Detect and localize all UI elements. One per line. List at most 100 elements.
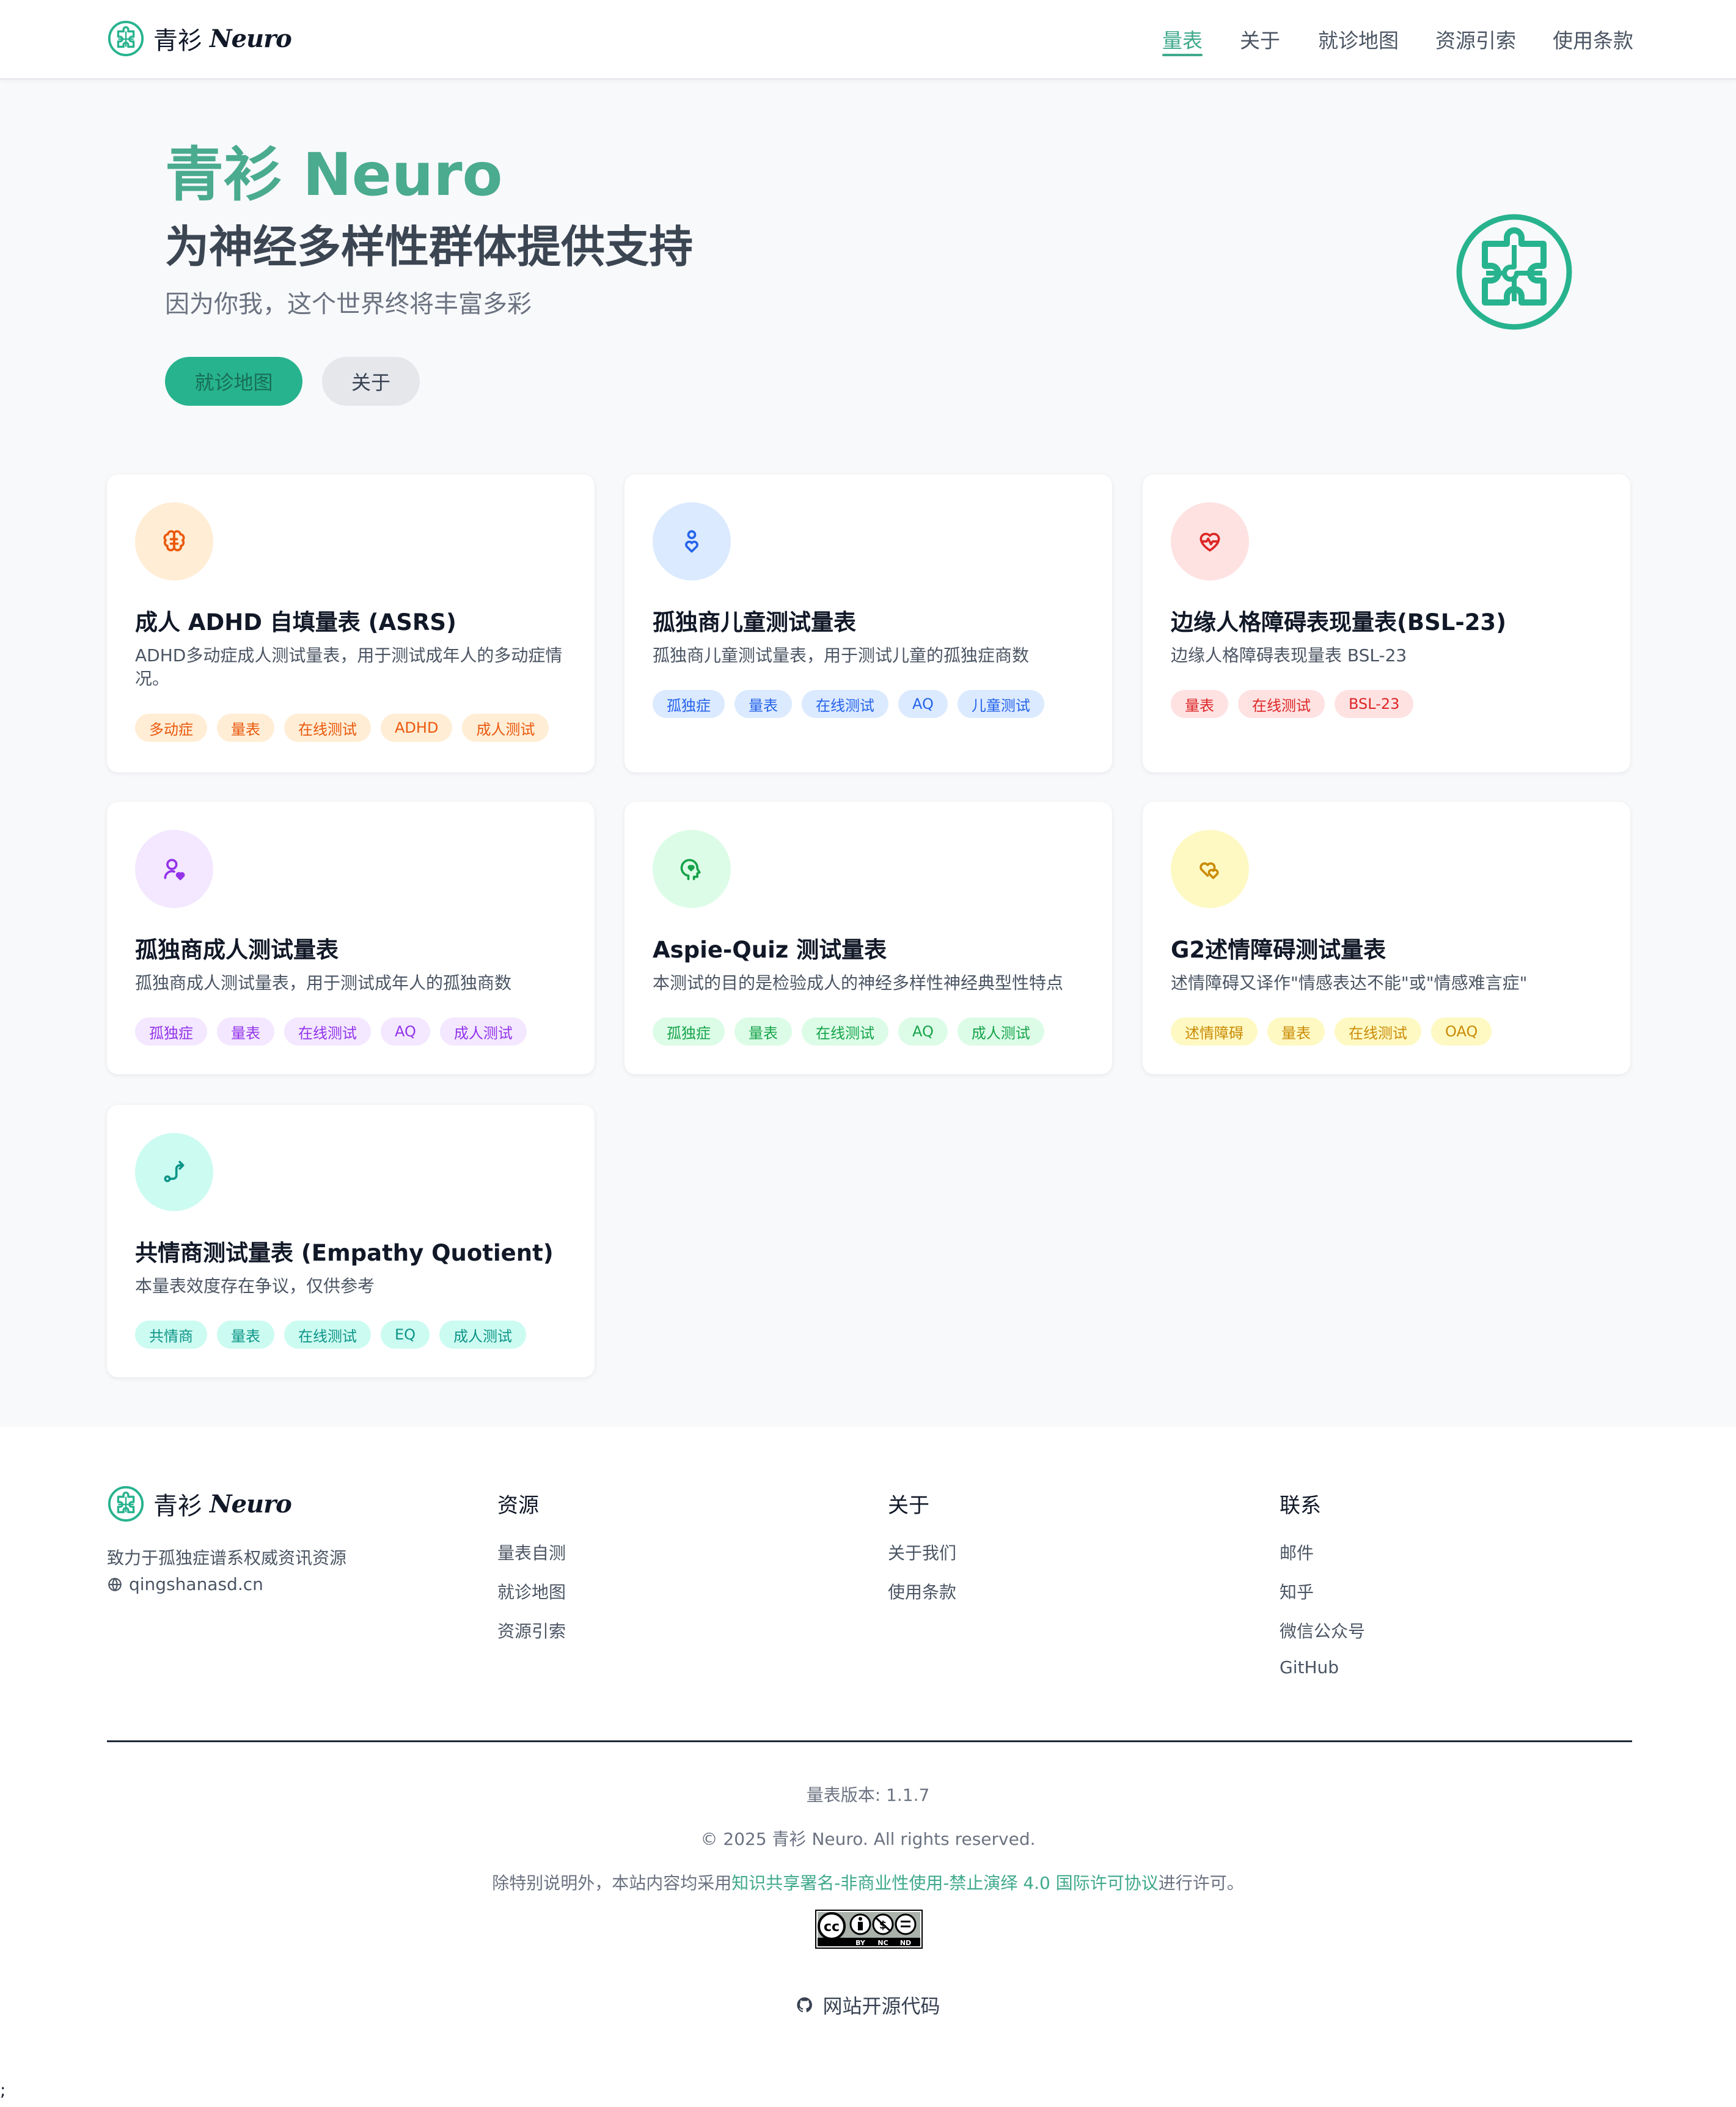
license-suffix: 进行许可。 (1158, 1873, 1244, 1893)
tag[interactable]: 量表 (1171, 690, 1228, 718)
github-icon (797, 1997, 813, 2012)
source-code-link[interactable]: 网站开源代码 (796, 1991, 940, 2019)
scale-card-bsl23[interactable]: 边缘人格障碍表现量表(BSL-23) 边缘人格障碍表现量表 BSL-23 量表 … (1143, 474, 1630, 772)
user-heart-icon (164, 859, 185, 881)
tag[interactable]: AQ (381, 1017, 430, 1046)
scale-card-aq-adult[interactable]: 孤独商成人测试量表 孤独商成人测试量表，用于测试成年人的孤独商数 孤独症 量表 … (107, 802, 595, 1074)
top-navbar: 青衫 Neuro 量表 关于 就诊地图 资源引索 使用条款 (0, 0, 1736, 79)
scale-card-aq-child[interactable]: 孤独商儿童测试量表 孤独商儿童测试量表，用于测试儿童的孤独症商数 孤独症 量表 … (624, 474, 1112, 772)
footer-link-about-us[interactable]: 关于我们 (888, 1540, 956, 1564)
card-title: G2述情障碍测试量表 (1171, 937, 1386, 963)
brand-name-cn: 青衫 (153, 1492, 202, 1520)
nav-about[interactable]: 关于 (1240, 24, 1280, 54)
svg-text:cc: cc (824, 1919, 840, 1935)
tag[interactable]: 孤独症 (135, 1017, 207, 1046)
tag[interactable]: 在线测试 (284, 714, 371, 742)
tag[interactable]: 成人测试 (462, 714, 549, 742)
tag[interactable]: ADHD (381, 714, 453, 742)
nav-resources[interactable]: 资源引索 (1435, 24, 1516, 54)
tag[interactable]: BSL-23 (1335, 690, 1414, 718)
tag-list: 孤独症 量表 在线测试 AQ 儿童测试 (653, 690, 1044, 718)
tag[interactable]: AQ (898, 1017, 948, 1046)
brain-icon (163, 530, 185, 552)
nav-scales[interactable]: 量表 (1162, 24, 1203, 54)
tag[interactable]: 量表 (217, 714, 274, 742)
nav-clinic-map[interactable]: 就诊地图 (1318, 24, 1399, 54)
footer-site[interactable]: qingshanasd.cn (107, 1574, 263, 1594)
tag[interactable]: 在线测试 (1335, 1017, 1421, 1046)
footer-column-title-about: 关于 (888, 1493, 929, 1518)
globe-icon (108, 1577, 122, 1591)
card-icon-badge (135, 830, 213, 908)
card-description: 本量表效度存在争议，仅供参考 (135, 1276, 375, 1296)
card-title: Aspie-Quiz 测试量表 (653, 937, 887, 963)
card-title: 孤独商儿童测试量表 (653, 609, 856, 636)
copyright: © 2025 青衫 Neuro. All rights reserved. (700, 1829, 1036, 1849)
footer-link-terms[interactable]: 使用条款 (888, 1579, 956, 1603)
license-link[interactable]: 知识共享署名-非商业性使用-禁止演绎 4.0 国际许可协议 (731, 1873, 1159, 1893)
footer-link-zhihu[interactable]: 知乎 (1280, 1579, 1314, 1603)
footer-link-resources[interactable]: 资源引索 (497, 1618, 566, 1643)
tag[interactable]: 在线测试 (284, 1321, 371, 1349)
tag[interactable]: 儿童测试 (957, 690, 1044, 718)
tag[interactable]: OAQ (1431, 1017, 1492, 1046)
hero-title: 青衫 Neuro (165, 141, 503, 209)
tag[interactable]: 在线测试 (1238, 690, 1325, 718)
license-statement: 除特别说明外，本站内容均采用知识共享署名-非商业性使用-禁止演绎 4.0 国际许… (0, 1870, 1736, 1894)
tag[interactable]: 成人测试 (439, 1321, 527, 1349)
card-description: 述情障碍又译作"情感表达不能"或"情感难言症" (1171, 973, 1528, 993)
card-icon-badge (1171, 502, 1249, 581)
scale-card-asrs[interactable]: 成人 ADHD 自填量表 (ASRS) ADHD多动症成人测试量表，用于测试成年… (107, 474, 595, 772)
cc-license-badge[interactable]: cc $ BY NC ND (815, 1910, 923, 1949)
nav-terms[interactable]: 使用条款 (1553, 24, 1633, 54)
footer-link-clinic-map[interactable]: 就诊地图 (497, 1579, 566, 1603)
footer-site-domain: qingshanasd.cn (129, 1574, 263, 1594)
tag[interactable]: 孤独症 (653, 690, 725, 718)
tag[interactable]: 成人测试 (439, 1017, 527, 1046)
footer-link-github[interactable]: GitHub (1280, 1657, 1339, 1677)
tag-list: 述情障碍 量表 在线测试 OAQ (1171, 1017, 1492, 1046)
route-icon (164, 1160, 185, 1182)
tag[interactable]: 在线测试 (284, 1017, 371, 1046)
card-title: 边缘人格障碍表现量表(BSL-23) (1171, 609, 1507, 636)
card-description: 边缘人格障碍表现量表 BSL-23 (1171, 645, 1407, 665)
tag[interactable]: 在线测试 (802, 690, 888, 718)
tag[interactable]: 述情障碍 (1171, 1017, 1258, 1046)
tag[interactable]: 量表 (217, 1321, 274, 1349)
card-description: ADHD多动症成人测试量表，用于测试成年人的多动症情况。 (135, 645, 563, 689)
card-description: 本测试的目的是检验成人的神经多样性神经典型性特点 (653, 973, 1064, 993)
footer-logo[interactable]: 青衫 Neuro (107, 1485, 292, 1523)
tag[interactable]: EQ (381, 1321, 430, 1349)
footer-link-self-test[interactable]: 量表自测 (497, 1540, 566, 1564)
tag[interactable]: 成人测试 (957, 1017, 1044, 1046)
about-button[interactable]: 关于 (322, 357, 420, 406)
tag-list: 孤独症 量表 在线测试 AQ 成人测试 (135, 1017, 527, 1046)
cc-by-label: BY (855, 1939, 866, 1947)
tag[interactable]: 孤独症 (653, 1017, 725, 1046)
child-icon (685, 530, 698, 553)
nav-active-indicator (1162, 54, 1203, 56)
cc-nd-label: ND (900, 1939, 911, 1947)
scale-card-eq[interactable]: 共情商测试量表 (Empathy Quotient) 本量表效度存在争议，仅供参… (107, 1105, 595, 1377)
stray-semicolon: ; (0, 2080, 6, 2100)
tag[interactable]: 共情商 (135, 1321, 207, 1349)
tag[interactable]: 量表 (734, 690, 792, 718)
scale-card-g2-alexithymia[interactable]: G2述情障碍测试量表 述情障碍又译作"情感表达不能"或"情感难言症" 述情障碍 … (1143, 802, 1630, 1074)
tag[interactable]: 量表 (1267, 1017, 1325, 1046)
card-icon-badge (1171, 830, 1249, 908)
clinic-map-button[interactable]: 就诊地图 (165, 357, 302, 406)
tag-list: 共情商 量表 在线测试 EQ 成人测试 (135, 1321, 527, 1349)
tag-list: 量表 在线测试 BSL-23 (1171, 690, 1414, 718)
footer-link-email[interactable]: 邮件 (1280, 1540, 1314, 1564)
brand-name-en: Neuro (210, 24, 292, 53)
brand-name-en: Neuro (210, 1489, 292, 1519)
header-logo[interactable]: 青衫 Neuro (107, 20, 292, 57)
tag[interactable]: 量表 (217, 1017, 274, 1046)
footer-link-wechat[interactable]: 微信公众号 (1280, 1618, 1365, 1643)
tag[interactable]: AQ (898, 690, 948, 718)
card-description: 孤独商儿童测试量表，用于测试儿童的孤独症商数 (653, 645, 1030, 665)
tag[interactable]: 多动症 (135, 714, 207, 742)
scale-card-aspie-quiz[interactable]: Aspie-Quiz 测试量表 本测试的目的是检验成人的神经多样性神经典型性特点… (624, 802, 1112, 1074)
tag[interactable]: 量表 (734, 1017, 792, 1046)
tag[interactable]: 在线测试 (802, 1017, 888, 1046)
